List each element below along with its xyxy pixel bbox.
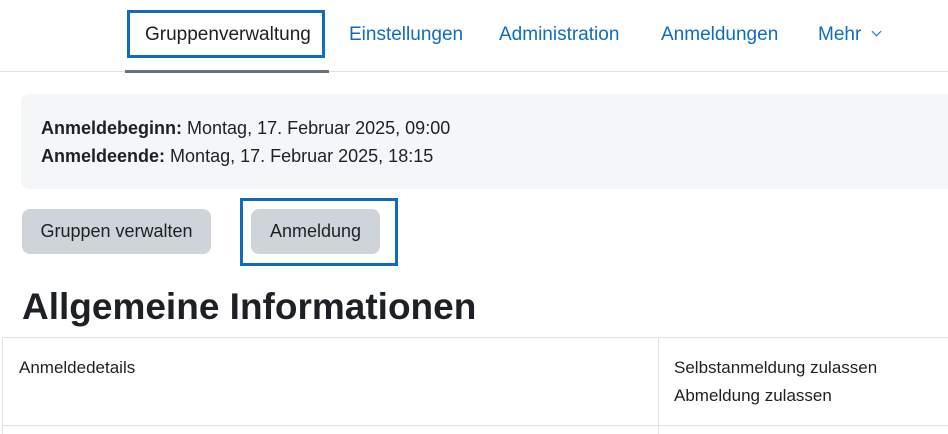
tab-mehr-dropdown[interactable]: Mehr [818, 0, 882, 72]
registration-end-label: Anmeldeende: [41, 146, 166, 166]
section-title: Allgemeine Informationen [22, 286, 477, 327]
registration-start-value: Montag, 17. Februar 2025, 09:00 [187, 118, 451, 138]
general-info-table: Anmeldedetails Selbstanmeldung zulassen … [2, 337, 948, 434]
tab-administration[interactable]: Administration [499, 0, 619, 72]
tab-einstellungen[interactable]: Einstellungen [349, 0, 463, 72]
tab-anmeldungen[interactable]: Anmeldungen [661, 0, 778, 72]
tab-label: Mehr [818, 24, 862, 45]
page: Gruppenverwaltung Einstellungen Administ… [0, 0, 948, 434]
active-tab-indicator [125, 70, 329, 73]
tab-label: Einstellungen [349, 24, 464, 45]
chevron-down-icon [871, 26, 882, 37]
registration-button[interactable]: Anmeldung [251, 209, 380, 254]
column-divider [658, 338, 659, 434]
tab-label: Gruppenverwaltung [145, 24, 311, 45]
table-row-label: Anmeldedetails [19, 358, 136, 377]
row-divider [3, 425, 948, 426]
registration-end: Anmeldeende: Montag, 17. Februar 2025, 1… [41, 146, 433, 167]
manage-groups-button[interactable]: Gruppen verwalten [22, 209, 211, 254]
secondary-navigation: Gruppenverwaltung Einstellungen Administ… [0, 0, 948, 73]
table-cell-value: Abmeldung zulassen [674, 386, 832, 405]
table-cell-value: Selbstanmeldung zulassen [674, 358, 878, 377]
registration-end-value: Montag, 17. Februar 2025, 18:15 [170, 146, 434, 166]
tab-gruppenverwaltung[interactable]: Gruppenverwaltung [125, 0, 329, 73]
registration-start: Anmeldebeginn: Montag, 17. Februar 2025,… [41, 118, 450, 139]
tab-label: Administration [499, 24, 620, 45]
registration-period-box: Anmeldebeginn: Montag, 17. Februar 2025,… [21, 94, 948, 189]
tab-label: Anmeldungen [661, 24, 779, 45]
registration-start-label: Anmeldebeginn: [41, 118, 183, 138]
